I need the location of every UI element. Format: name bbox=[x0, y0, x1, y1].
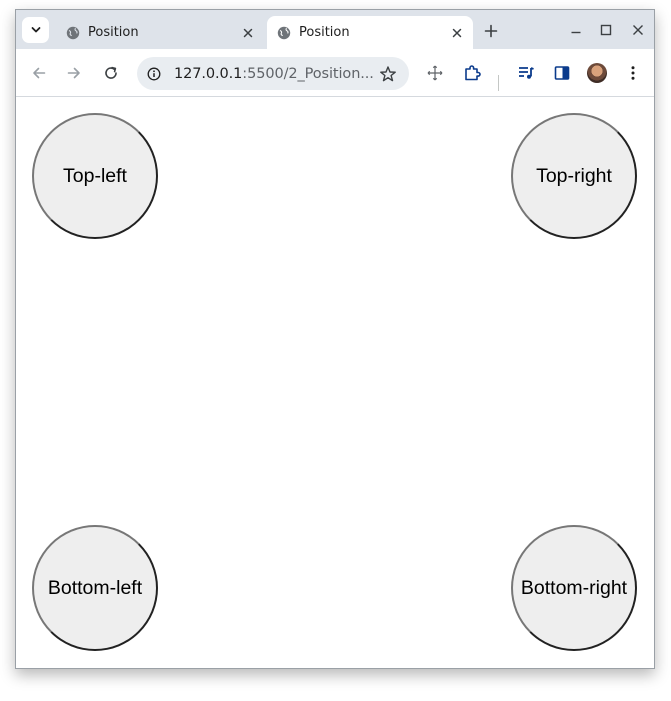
new-tab-icon[interactable] bbox=[482, 22, 500, 40]
tab-search-button[interactable] bbox=[22, 17, 49, 43]
bookmark-star-icon[interactable] bbox=[379, 65, 397, 83]
globe-icon bbox=[277, 26, 291, 39]
maximize-icon[interactable] bbox=[598, 22, 614, 38]
corner-circle-top-left: Top-left bbox=[32, 113, 158, 239]
move-icon[interactable] bbox=[425, 63, 445, 83]
tab-strip: Position Position bbox=[16, 10, 654, 49]
corner-circle-bottom-right: Bottom-right bbox=[511, 525, 637, 651]
tab-title: Position bbox=[299, 25, 350, 40]
globe-icon bbox=[66, 26, 80, 39]
address-bar[interactable]: 127.0.0.1:5500/2_Position... bbox=[137, 57, 409, 90]
page-content: Top-left Top-right Bottom-left Bottom-ri… bbox=[16, 97, 654, 668]
toolbar: 127.0.0.1:5500/2_Position... bbox=[16, 49, 654, 97]
corner-circle-bottom-left: Bottom-left bbox=[32, 525, 158, 651]
back-icon[interactable] bbox=[29, 63, 49, 83]
avatar[interactable] bbox=[587, 63, 607, 83]
toolbar-divider bbox=[498, 75, 499, 91]
menu-icon[interactable] bbox=[623, 63, 643, 83]
side-panel-icon[interactable] bbox=[552, 63, 572, 83]
minimize-icon[interactable] bbox=[568, 22, 584, 38]
url-host: 127.0.0.1 bbox=[174, 65, 243, 82]
browser-window: Position Position 127.0.0.1:5500/2_Posit… bbox=[15, 9, 655, 669]
url-path: :5500/2_Position... bbox=[242, 65, 374, 82]
extensions-icon[interactable] bbox=[462, 63, 482, 83]
tab-active[interactable]: Position bbox=[267, 16, 473, 49]
corner-circle-top-right: Top-right bbox=[511, 113, 637, 239]
tab-title: Position bbox=[88, 25, 139, 40]
forward-icon[interactable] bbox=[64, 63, 84, 83]
close-icon[interactable] bbox=[240, 25, 256, 41]
tab-inactive[interactable]: Position bbox=[56, 16, 264, 49]
url-text: 127.0.0.1:5500/2_Position... bbox=[174, 66, 375, 82]
reload-icon[interactable] bbox=[101, 63, 121, 83]
chevron-down-icon bbox=[31, 27, 40, 33]
close-icon[interactable] bbox=[449, 25, 465, 41]
media-icon[interactable] bbox=[516, 63, 536, 83]
site-info-icon[interactable] bbox=[147, 67, 161, 81]
window-close-icon[interactable] bbox=[630, 22, 646, 38]
